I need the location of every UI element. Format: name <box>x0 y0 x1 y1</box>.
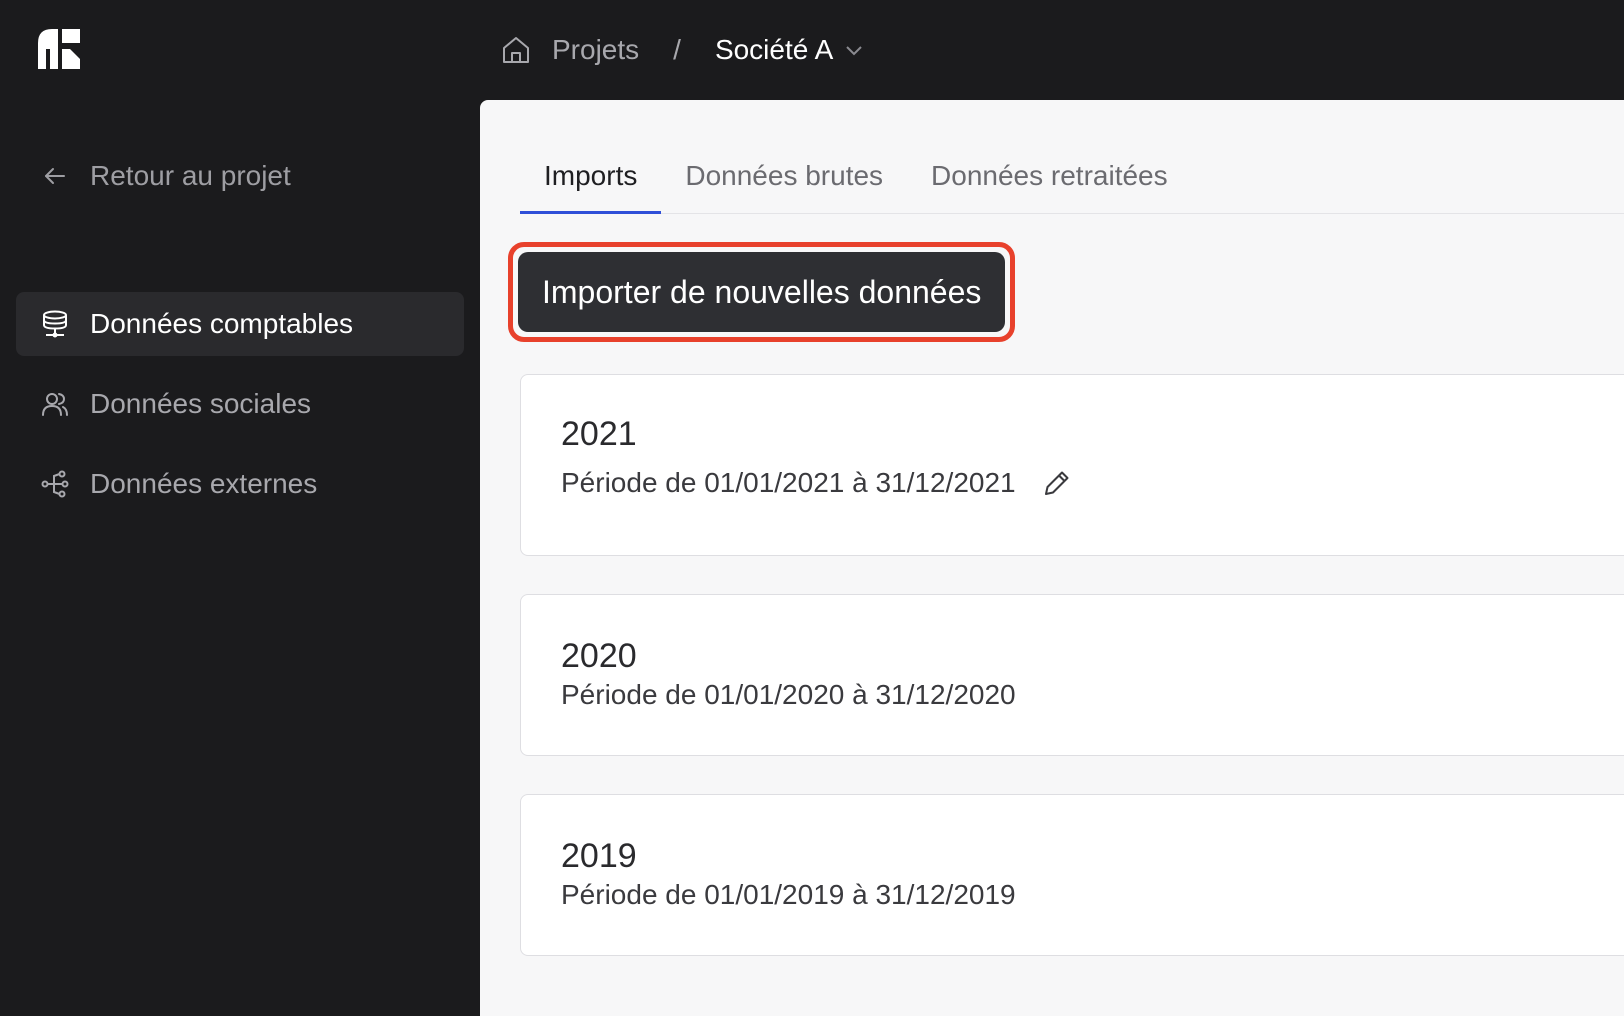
import-period: Période de 01/01/2019 à 31/12/2019 <box>561 879 1016 910</box>
app-logo[interactable] <box>38 29 80 69</box>
import-new-data-button[interactable]: Importer de nouvelles données <box>518 252 1006 332</box>
sidebar-item-donnees-comptables[interactable]: Données comptables <box>16 292 464 356</box>
pencil-icon[interactable] <box>1042 468 1072 498</box>
import-period: Période de 01/01/2021 à 31/12/2021 <box>561 467 1016 498</box>
database-icon <box>40 309 70 339</box>
back-to-project-link[interactable]: Retour au projet <box>40 160 291 192</box>
sidebar-item-label: Données sociales <box>90 388 312 419</box>
breadcrumb-separator: / <box>673 34 681 65</box>
users-icon <box>40 389 70 419</box>
arrow-left-icon <box>40 161 70 191</box>
chevron-down-icon <box>843 39 865 61</box>
import-card-2019[interactable]: 2019 Période de 01/01/2019 à 31/12/2019 <box>520 794 1624 956</box>
import-year: 2021 <box>561 415 637 453</box>
tab-donnees-brutes[interactable]: Données brutes <box>661 150 907 214</box>
tab-bar: Imports Données brutes Données retraitée… <box>520 150 1624 214</box>
back-to-project-label: Retour au projet <box>90 160 291 191</box>
import-year: 2020 <box>561 637 637 675</box>
tab-donnees-retraitees[interactable]: Données retraitées <box>907 150 1192 214</box>
sidebar-item-label: Données externes <box>90 468 318 499</box>
import-button-highlight: Importer de nouvelles données <box>508 242 1016 342</box>
main-panel: Imports Données brutes Données retraitée… <box>480 100 1624 1016</box>
sidebar-item-label: Données comptables <box>90 308 354 339</box>
import-card-2021[interactable]: 2021 Période de 01/01/2021 à 31/12/2021 <box>520 374 1624 556</box>
tab-imports[interactable]: Imports <box>520 150 662 214</box>
import-period: Période de 01/01/2020 à 31/12/2020 <box>561 679 1016 710</box>
breadcrumb-projects-link[interactable]: Projets <box>552 34 639 66</box>
sidebar-item-donnees-externes[interactable]: Données externes <box>16 452 464 516</box>
breadcrumb: Projets / Société A <box>500 28 865 72</box>
import-card-2020[interactable]: 2020 Période de 01/01/2020 à 31/12/2020 <box>520 594 1624 756</box>
import-year: 2019 <box>561 837 637 875</box>
project-name: Société A <box>714 34 834 65</box>
sidebar-item-donnees-sociales[interactable]: Données sociales <box>16 372 464 436</box>
share-nodes-icon <box>40 469 70 499</box>
home-icon[interactable] <box>500 34 532 66</box>
import-period-row: Période de 01/01/2021 à 31/12/2021 <box>561 467 1072 499</box>
sidebar-nav: Données comptables Données sociales Donn… <box>16 292 464 532</box>
project-selector[interactable]: Société A <box>715 34 865 66</box>
